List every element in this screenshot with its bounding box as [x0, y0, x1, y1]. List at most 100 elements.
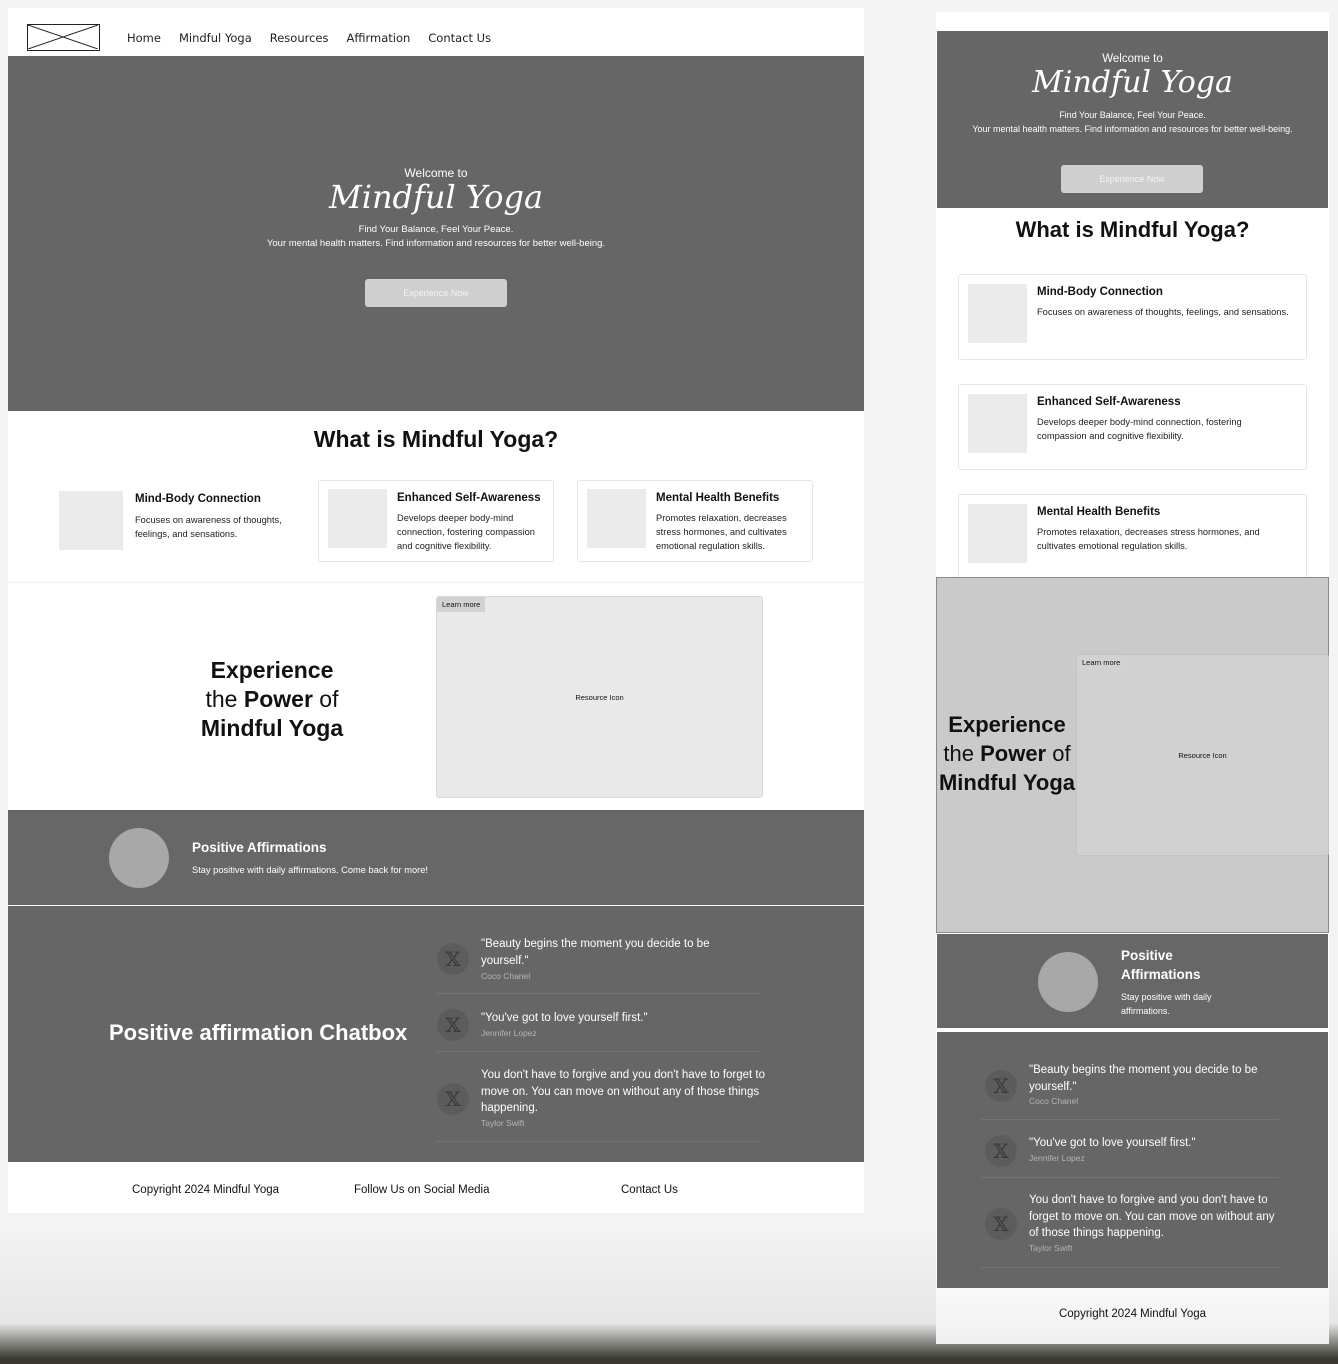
card-title: Mental Health Benefits: [1037, 506, 1161, 518]
mobile-footer-copyright: Copyright 2024 Mindful Yoga: [1058, 1308, 1207, 1320]
what-is-title: What is Mindful Yoga?: [313, 426, 559, 452]
experience-heading: Experience the Power of Mindful Yoga: [162, 656, 382, 743]
hero-section: Welcome to Mindful Yoga Find Your Balanc…: [8, 56, 864, 411]
quote-divider: [436, 1141, 761, 1142]
quote-divider: [436, 993, 761, 994]
experience-line-1: Experience: [948, 712, 1066, 737]
resource-icon: Resource Icon: [575, 693, 624, 702]
resource-card[interactable]: Learn more Resource Icon: [1076, 654, 1329, 856]
card-image-placeholder: [968, 284, 1027, 343]
card-image-placeholder: [968, 394, 1027, 453]
experience-line-2c: of: [312, 686, 339, 712]
card-title: Enhanced Self-Awareness: [397, 492, 541, 504]
footer-copyright: Copyright 2024 Mindful Yoga: [132, 1184, 280, 1196]
affirmations-title: Positive Affirmations: [1121, 948, 1201, 982]
resource-icon: Resource Icon: [1178, 751, 1227, 760]
experience-now-button[interactable]: Experience Now: [365, 279, 507, 307]
card-image-placeholder: [59, 491, 123, 550]
quote-author: Taylor Swift: [481, 1118, 525, 1128]
learn-more-button[interactable]: Learn more: [1077, 655, 1126, 670]
quote-text: "Beauty begins the moment you decide to …: [481, 938, 710, 967]
x-icon: 𝕏: [985, 1208, 1017, 1240]
x-icon: 𝕏: [437, 1009, 469, 1041]
experience-line-2a: the: [205, 686, 244, 712]
mobile-page: Welcome to Mindful Yoga Find Your Balanc…: [936, 12, 1329, 1344]
quote-divider: [436, 1051, 761, 1052]
x-icon: 𝕏: [437, 943, 469, 975]
nav-links: Home Mindful Yoga Resources Affirmation …: [127, 31, 491, 45]
quote-author: Taylor Swift: [1029, 1243, 1073, 1253]
resource-card[interactable]: Learn more Resource Icon: [436, 596, 763, 798]
chatbox-section: Positive affirmation Chatbox 𝕏 "Beauty b…: [8, 906, 864, 1162]
quote-divider: [981, 1267, 1279, 1268]
quote-author: Jennifer Lopez: [481, 1028, 537, 1038]
experience-line-3: Mindful Yoga: [200, 715, 344, 741]
quote-divider: [981, 1177, 1279, 1178]
experience-line-2b: Power: [980, 741, 1047, 766]
card-image-placeholder: [328, 489, 387, 548]
affirmations-banner: Positive Affirmations Stay positive with…: [8, 810, 864, 905]
experience-line-1: Experience: [210, 657, 334, 683]
chatbox-title: Positive affirmation Chatbox: [109, 1020, 408, 1045]
quote-author: Jennifer Lopez: [1029, 1153, 1085, 1163]
nav-link-mindful-yoga[interactable]: Mindful Yoga: [179, 31, 252, 45]
x-icon: 𝕏: [985, 1135, 1017, 1167]
hero-title: Mindful Yoga: [328, 178, 544, 216]
desktop-page: Home Mindful Yoga Resources Affirmation …: [8, 8, 864, 1213]
card-title: Mind-Body Connection: [1037, 286, 1163, 298]
hero-welcome: Welcome to: [1102, 53, 1163, 65]
mobile-hero-section: Welcome to Mindful Yoga Find Your Balanc…: [937, 31, 1328, 208]
feature-card-self-awareness: Enhanced Self-Awareness Develops deeper …: [958, 384, 1307, 470]
hero-subtitle: Find Your Balance, Feel Your Peace.: [1059, 110, 1206, 120]
logo-placeholder[interactable]: [27, 24, 100, 51]
card-title: Mind-Body Connection: [135, 493, 261, 505]
quote-divider: [981, 1119, 1279, 1120]
affirmations-description: Stay positive with daily affirmations.: [1121, 992, 1212, 1016]
mobile-affirmations-banner: Positive Affirmations Stay positive with…: [937, 934, 1328, 1028]
card-description: Focuses on awareness of thoughts, feelin…: [1037, 307, 1289, 317]
experience-line-2b: Power: [243, 686, 313, 712]
nav-link-home[interactable]: Home: [127, 31, 161, 45]
what-is-title: What is Mindful Yoga?: [1015, 217, 1250, 242]
nav-link-contact-us[interactable]: Contact Us: [428, 31, 491, 45]
nav-link-affirmation[interactable]: Affirmation: [346, 31, 410, 45]
x-icon: 𝕏: [437, 1083, 469, 1115]
feature-card-mind-body: Mind-Body Connection Focuses on awarenes…: [958, 274, 1307, 360]
mobile-experience-section: Experience the Power of Mindful Yoga Lea…: [936, 577, 1329, 933]
hero-title: Mindful Yoga: [1032, 65, 1233, 100]
quote-text: "You've got to love yourself first.": [1029, 1137, 1196, 1149]
footer-social-link[interactable]: Follow Us on Social Media: [354, 1184, 490, 1196]
card-title: Mental Health Benefits: [656, 492, 780, 504]
card-description: Develops deeper body-mind connection, fo…: [397, 513, 535, 551]
feature-card-self-awareness: Enhanced Self-Awareness Develops deeper …: [318, 480, 554, 562]
quote-author: Coco Chanel: [1029, 1096, 1079, 1106]
footer: Copyright 2024 Mindful Yoga Follow Us on…: [8, 1162, 864, 1213]
learn-more-button[interactable]: Learn more: [437, 597, 486, 612]
experience-line-3: Mindful Yoga: [938, 770, 1076, 795]
card-description: Promotes relaxation, decreases stress ho…: [656, 513, 787, 551]
card-description: Promotes relaxation, decreases stress ho…: [1037, 527, 1260, 551]
hero-description: Your mental health matters. Find informa…: [972, 124, 1293, 134]
feature-card-mind-body: Mind-Body Connection Focuses on awarenes…: [58, 484, 298, 554]
experience-line-2c: of: [1046, 741, 1071, 766]
quote-text: You don't have to forgive and you don't …: [1029, 1194, 1275, 1239]
feature-card-mental-health: Mental Health Benefits Promotes relaxati…: [577, 480, 813, 562]
quote-author: Coco Chanel: [481, 971, 531, 981]
top-nav: Home Mindful Yoga Resources Affirmation …: [8, 8, 864, 56]
avatar: [109, 828, 169, 888]
card-title: Enhanced Self-Awareness: [1037, 396, 1181, 408]
hero-subtitle: Find Your Balance, Feel Your Peace.: [358, 224, 514, 235]
experience-line-2a: the: [943, 741, 981, 766]
quote-text: You don't have to forgive and you don't …: [481, 1069, 766, 1114]
card-image-placeholder: [968, 504, 1027, 563]
nav-link-resources[interactable]: Resources: [270, 31, 329, 45]
hero-description: Your mental health matters. Find informa…: [266, 238, 606, 249]
experience-now-button[interactable]: Experience Now: [1061, 165, 1203, 193]
card-description: Develops deeper body-mind connection, fo…: [1037, 417, 1242, 441]
x-icon: 𝕏: [985, 1070, 1017, 1102]
card-description: Focuses on awareness of thoughts, feelin…: [135, 515, 282, 539]
footer-contact-link[interactable]: Contact Us: [621, 1184, 678, 1196]
affirmations-title: Positive Affirmations: [192, 840, 327, 855]
quote-text: "You've got to love yourself first.": [481, 1012, 648, 1024]
avatar: [1038, 952, 1098, 1012]
